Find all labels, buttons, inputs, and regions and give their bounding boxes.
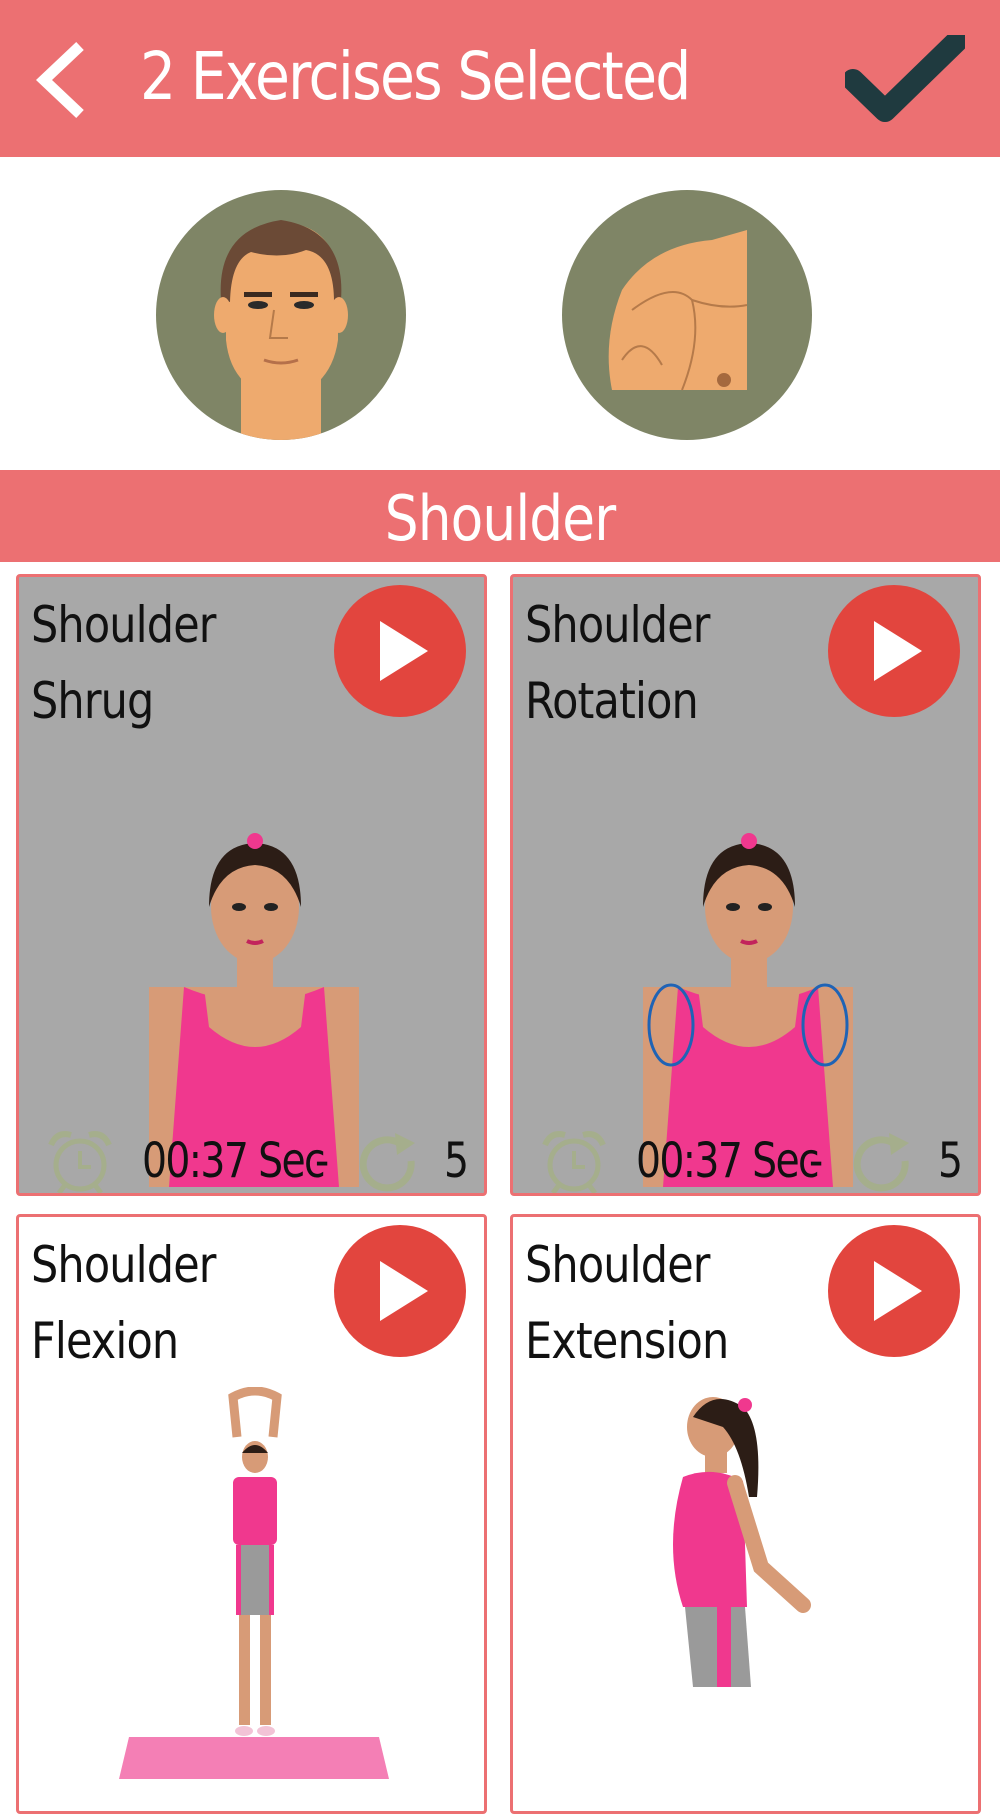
app-bar: 2 Exercises Selected xyxy=(0,0,1000,157)
alarm-clock-icon xyxy=(48,1131,112,1193)
repeat-icon xyxy=(853,1133,909,1192)
exercise-card-shoulder-extension[interactable]: Shoulder Extension xyxy=(510,1214,981,1814)
exercise-name: Shoulder Shrug xyxy=(31,587,216,739)
exercise-name: Shoulder Rotation xyxy=(525,587,710,739)
alarm-clock-icon xyxy=(542,1131,606,1193)
exercise-name-line1: Shoulder xyxy=(31,596,216,654)
play-button[interactable] xyxy=(334,1225,466,1357)
page-title: 2 Exercises Selected xyxy=(140,38,691,115)
exercise-name: Shoulder Extension xyxy=(525,1227,729,1379)
exercise-duration: 00:37 Sec xyxy=(142,1133,326,1189)
exercise-name-line2: Flexion xyxy=(31,1312,179,1370)
exercise-name-line2: Extension xyxy=(525,1312,729,1370)
back-button[interactable] xyxy=(30,38,100,122)
exercise-card-shoulder-rotation[interactable]: Shoulder Rotation 00:37 Sec - 5 xyxy=(510,574,981,1196)
exercise-name-line1: Shoulder xyxy=(525,596,710,654)
exercise-name-line2: Shrug xyxy=(31,672,154,730)
chevron-left-icon xyxy=(35,42,84,118)
exercise-name-line2: Rotation xyxy=(525,672,699,730)
section-header: Shoulder xyxy=(0,470,1000,562)
footer-separator: - xyxy=(315,1133,329,1189)
exercise-duration: 00:37 Sec xyxy=(636,1133,820,1189)
checkmark-icon xyxy=(842,30,968,122)
play-button[interactable] xyxy=(828,585,960,717)
exercise-name: Shoulder Flexion xyxy=(31,1227,216,1379)
exercise-reps: 5 xyxy=(444,1133,469,1189)
exercise-card-shoulder-shrug[interactable]: Shoulder Shrug 00:37 Sec - 5 xyxy=(16,574,487,1196)
exercise-name-line1: Shoulder xyxy=(525,1236,710,1294)
exercise-name-line1: Shoulder xyxy=(31,1236,216,1294)
play-button[interactable] xyxy=(334,585,466,717)
exercise-footer: 00:37 Sec - 5 xyxy=(19,1117,484,1193)
play-button[interactable] xyxy=(828,1225,960,1357)
face-avatar[interactable] xyxy=(156,190,406,440)
shoulder-avatar[interactable] xyxy=(562,190,812,440)
repeat-icon xyxy=(359,1133,415,1192)
face-icon xyxy=(214,220,348,440)
exercise-illustration xyxy=(119,1387,389,1779)
footer-separator: - xyxy=(809,1133,823,1189)
exercise-illustration xyxy=(673,1397,811,1687)
exercise-card-shoulder-flexion[interactable]: Shoulder Flexion xyxy=(16,1214,487,1814)
section-title: Shoulder xyxy=(384,482,616,555)
exercise-footer: 00:37 Sec - 5 xyxy=(513,1117,978,1193)
exercise-reps: 5 xyxy=(938,1133,963,1189)
confirm-button[interactable] xyxy=(842,30,968,125)
shoulder-icon xyxy=(608,230,748,391)
body-part-selector xyxy=(0,157,1000,470)
